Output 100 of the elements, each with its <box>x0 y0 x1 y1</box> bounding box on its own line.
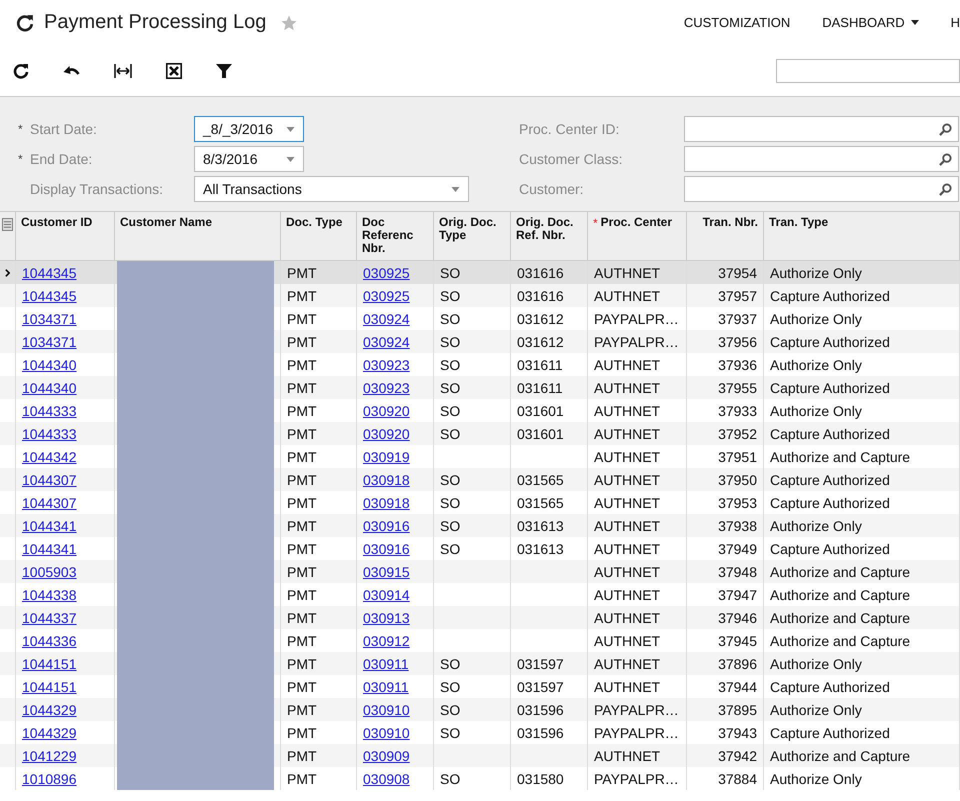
document-link[interactable]: 030913 <box>363 610 410 626</box>
document-link[interactable]: 030908 <box>363 770 410 786</box>
customer-link[interactable]: 1044307 <box>22 472 77 488</box>
column-header[interactable]: Orig. Doc. Ref. Nbr. <box>516 216 582 242</box>
star-icon[interactable] <box>280 14 298 32</box>
table-row[interactable]: 1044340 PMT 030923 SO 031611 AUTHNET 37955 Capture Authorized <box>0 376 960 399</box>
refresh-icon[interactable] <box>16 14 34 32</box>
fit-width-icon[interactable] <box>114 64 132 78</box>
document-link[interactable]: 030918 <box>363 472 410 488</box>
table-cell: AUTHNET <box>594 426 660 442</box>
document-link[interactable]: 030916 <box>363 540 410 556</box>
document-link[interactable]: 030920 <box>363 426 410 442</box>
document-link[interactable]: 030910 <box>363 702 410 718</box>
table-cell: AUTHNET <box>594 472 660 488</box>
search-icon[interactable] <box>939 182 952 196</box>
document-link[interactable]: 030916 <box>363 518 410 534</box>
table-cell: Authorize and Capture <box>770 564 910 580</box>
table-row[interactable]: 1044307 PMT 030918 SO 031565 AUTHNET 37950 Capture Authorized <box>0 468 960 491</box>
document-link[interactable]: 030923 <box>363 356 410 372</box>
document-link[interactable]: 030919 <box>363 448 410 464</box>
dropdown-field[interactable]: All Transactions <box>194 176 469 202</box>
customer-link[interactable]: 1044307 <box>22 494 77 510</box>
table-cell: 031613 <box>517 540 564 556</box>
customer-link[interactable]: 1044338 <box>22 586 77 602</box>
customer-link[interactable]: 1044333 <box>22 402 77 418</box>
document-link[interactable]: 030924 <box>363 310 410 326</box>
customer-link[interactable]: 1044333 <box>22 426 77 442</box>
table-row[interactable]: 1044341 PMT 030916 SO 031613 AUTHNET 37938 Authorize Only <box>0 514 960 537</box>
lookup-field[interactable] <box>684 146 959 172</box>
table-row[interactable]: 1005903 PMT 030915 AUTHNET 37948 Authorize and Capture <box>0 560 960 583</box>
column-header[interactable]: Doc. Type <box>286 216 342 229</box>
table-cell: Authorize and Capture <box>770 610 910 626</box>
column-settings-icon[interactable] <box>2 218 13 231</box>
document-link[interactable]: 030920 <box>363 402 410 418</box>
table-row[interactable]: 1044345 PMT 030925 SO 031616 AUTHNET 37957 Capture Authorized <box>0 284 960 307</box>
document-link[interactable]: 030911 <box>363 678 409 694</box>
lookup-field[interactable] <box>684 116 959 142</box>
customer-link[interactable]: 1044340 <box>22 356 77 372</box>
customer-link[interactable]: 1005903 <box>22 564 77 580</box>
customer-link[interactable]: 1044341 <box>22 518 77 534</box>
document-link[interactable]: 030918 <box>363 494 410 510</box>
column-header[interactable]: Doc Referenc Nbr. <box>362 216 428 255</box>
excel-export-icon[interactable] <box>166 62 182 78</box>
document-link[interactable]: 030925 <box>363 288 410 304</box>
document-link[interactable]: 030924 <box>363 334 410 350</box>
column-header[interactable]: Tran. Nbr. <box>702 216 758 229</box>
customer-link[interactable]: 1044342 <box>22 448 77 464</box>
customer-link[interactable]: 1044151 <box>22 678 77 694</box>
table-row[interactable]: 1044345 PMT 030925 SO 031616 AUTHNET 37954 Authorize Only <box>0 261 960 284</box>
dropdown-field[interactable]: _8/_3/2016 <box>194 116 304 142</box>
refresh-icon[interactable] <box>13 62 29 78</box>
document-link[interactable]: 030914 <box>363 586 410 602</box>
column-header[interactable]: Customer ID <box>21 216 92 229</box>
column-header[interactable]: Orig. Doc. Type <box>439 216 505 242</box>
document-link[interactable]: 030925 <box>363 264 410 280</box>
table-row[interactable]: 1044337 PMT 030913 AUTHNET 37946 Authorize and Capture <box>0 606 960 629</box>
customer-link[interactable]: 1044340 <box>22 380 77 396</box>
customer-link[interactable]: 1044345 <box>22 264 77 280</box>
table-row[interactable]: 1034371 PMT 030924 SO 031612 PAYPALPR… 37956 Capture Authorized <box>0 330 960 353</box>
field-label: End Date: <box>30 151 94 167</box>
table-cell: PMT <box>287 518 317 534</box>
customer-link[interactable]: 1044329 <box>22 724 77 740</box>
search-icon[interactable] <box>939 122 952 136</box>
table-cell: PMT <box>287 656 317 672</box>
document-link[interactable]: 030912 <box>363 632 410 648</box>
customer-link[interactable]: 1044337 <box>22 610 77 626</box>
search-field[interactable] <box>776 58 960 82</box>
customer-link[interactable]: 1034371 <box>22 310 77 326</box>
undo-icon[interactable] <box>63 64 80 76</box>
document-link[interactable]: 030909 <box>363 748 410 764</box>
customer-link[interactable]: 1044336 <box>22 632 77 648</box>
table-row[interactable]: 1044151 PMT 030911 SO 031597 AUTHNET 37896 Authorize Only <box>0 652 960 675</box>
customer-link[interactable]: 1044341 <box>22 540 77 556</box>
table-row[interactable]: 1010896 PMT 030908 SO 031580 PAYPALPR… 37884 Authorize Only <box>0 767 960 790</box>
nav-link[interactable]: CUSTOMIZATION <box>684 15 790 30</box>
customer-link[interactable]: 1034371 <box>22 334 77 350</box>
customer-link[interactable]: 1041229 <box>22 748 77 764</box>
document-link[interactable]: 030923 <box>363 380 410 396</box>
table-cell: 37942 <box>718 748 757 764</box>
customer-link[interactable]: 1044329 <box>22 702 77 718</box>
search-icon[interactable] <box>939 152 952 166</box>
table-cell: AUTHNET <box>594 380 660 396</box>
column-header[interactable]: Tran. Type <box>769 216 828 229</box>
customer-link[interactable]: 1044345 <box>22 288 77 304</box>
dropdown-field[interactable]: 8/3/2016 <box>194 146 304 172</box>
customer-link[interactable]: 1010896 <box>22 770 77 786</box>
customer-link[interactable]: 1044151 <box>22 656 77 672</box>
lookup-field[interactable] <box>684 176 959 202</box>
table-row[interactable]: 1044329 PMT 030910 SO 031596 PAYPALPR… 37895 Authorize Only <box>0 698 960 721</box>
document-link[interactable]: 030910 <box>363 724 410 740</box>
table-row[interactable]: 1044333 PMT 030920 SO 031601 AUTHNET 37952 Capture Authorized <box>0 422 960 445</box>
column-header[interactable]: Proc. Center <box>600 216 672 229</box>
nav-link[interactable]: H <box>950 15 960 30</box>
document-link[interactable]: 030911 <box>363 656 409 672</box>
document-link[interactable]: 030915 <box>363 564 410 580</box>
nav-link[interactable]: DASHBOARD <box>822 15 919 30</box>
filter-icon[interactable] <box>216 62 232 78</box>
table-row[interactable]: 1041229 PMT 030909 AUTHNET 37942 Authorize and Capture <box>0 744 960 767</box>
column-header[interactable]: Customer Name <box>120 216 212 229</box>
table-cell: 031597 <box>517 656 564 672</box>
